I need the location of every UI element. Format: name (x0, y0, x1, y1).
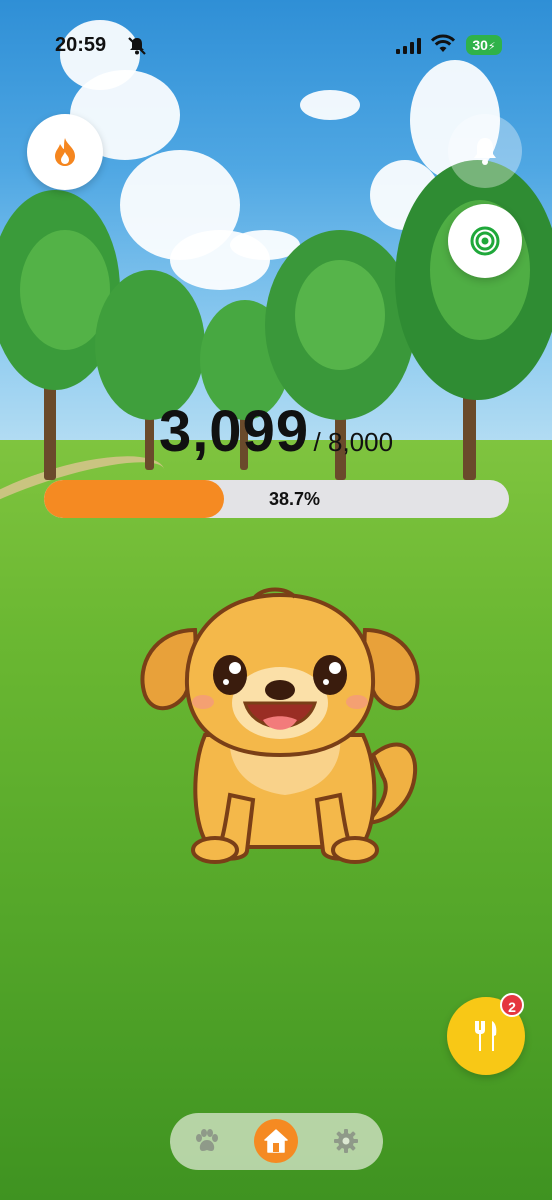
status-bar: 20:59 30⚡ (0, 28, 552, 64)
notifications-button[interactable] (448, 114, 522, 188)
signal-icon (396, 38, 421, 54)
goal-button[interactable] (448, 204, 522, 278)
home-icon (264, 1129, 288, 1153)
battery-charging-icon: 30⚡ (466, 35, 502, 55)
bell-icon (474, 138, 496, 165)
nav-pets[interactable] (184, 1119, 228, 1163)
step-count: 3,099 (158, 399, 310, 464)
bottom-nav (170, 1113, 383, 1170)
step-goal: / 8,000 (313, 427, 394, 457)
progress-bar: 38.7% (44, 480, 509, 518)
gear-icon (334, 1129, 358, 1153)
bell-off-icon (128, 37, 146, 55)
nav-home[interactable] (254, 1119, 298, 1163)
cloud (300, 90, 360, 120)
battery-level: 30 (472, 37, 488, 53)
target-icon (470, 226, 500, 256)
paw-icon (196, 1129, 218, 1151)
nav-settings[interactable] (324, 1119, 368, 1163)
puppy-mascot[interactable] (135, 585, 425, 870)
clock: 20:59 (55, 34, 107, 56)
feed-badge: 2 (500, 993, 524, 1017)
streak-button[interactable] (27, 114, 103, 190)
progress-percent: 38.7% (268, 489, 321, 509)
step-counter: 3,099 / 8,000 (0, 398, 552, 465)
flame-icon (55, 138, 75, 166)
fork-knife-icon (475, 1021, 497, 1051)
wifi-icon (431, 34, 455, 52)
